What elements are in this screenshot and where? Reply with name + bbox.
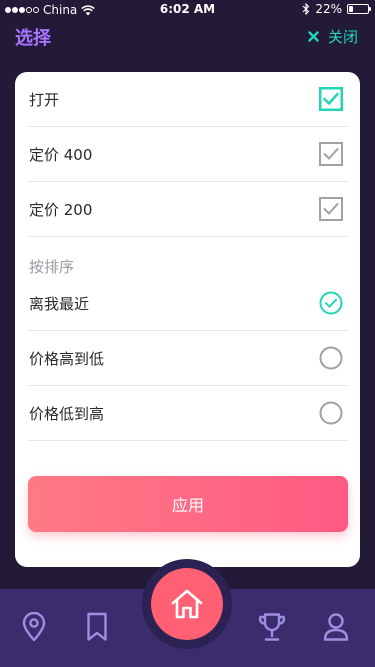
status-right: 22%	[302, 2, 371, 16]
close-button[interactable]: 关闭	[308, 26, 358, 47]
sort-option-label: 价格高到低	[29, 349, 105, 368]
sort-option-nearest[interactable]: 离我最近	[28, 276, 348, 331]
sort-option-label: 离我最近	[29, 294, 90, 313]
close-label: 关闭	[327, 28, 358, 46]
bluetooth-icon	[302, 3, 310, 15]
filter-label: 打开	[29, 90, 60, 109]
filter-card: 打开 定价 400 定价 200 按排序 离我最近 价格高到低 价格低到高 应用	[15, 72, 360, 567]
sort-section-label: 按排序	[29, 258, 75, 276]
close-icon	[308, 31, 319, 42]
user-icon[interactable]	[322, 612, 350, 642]
filter-label: 定价 400	[29, 145, 93, 164]
checkbox-unchecked-icon[interactable]	[319, 142, 343, 166]
battery-percent: 22%	[315, 2, 342, 16]
radio-checked-icon[interactable]	[319, 291, 343, 315]
screen: China 6:02 AM 22% 选择 关闭 打开 定价 400 定价 200…	[0, 0, 375, 667]
checkbox-checked-icon[interactable]	[319, 87, 343, 111]
home-icon	[171, 589, 203, 619]
location-icon[interactable]	[22, 612, 46, 642]
status-bar: China 6:02 AM 22%	[0, 0, 375, 20]
trophy-icon[interactable]	[258, 612, 286, 642]
page-title: 选择	[15, 28, 51, 49]
checkbox-unchecked-icon[interactable]	[319, 197, 343, 221]
sort-option-price-low-high[interactable]: 价格低到高	[28, 386, 348, 441]
bookmark-icon[interactable]	[86, 612, 108, 642]
filter-label: 定价 200	[29, 200, 93, 219]
battery-icon	[347, 4, 371, 14]
sort-option-price-high-low[interactable]: 价格高到低	[28, 331, 348, 386]
home-button[interactable]	[151, 568, 223, 640]
radio-unchecked-icon[interactable]	[319, 346, 343, 370]
apply-button[interactable]: 应用	[28, 476, 348, 532]
radio-unchecked-icon[interactable]	[319, 401, 343, 425]
filter-row-open[interactable]: 打开	[28, 72, 348, 127]
sort-option-label: 价格低到高	[29, 404, 105, 423]
filter-row-price-200[interactable]: 定价 200	[28, 182, 348, 237]
filter-row-price-400[interactable]: 定价 400	[28, 127, 348, 182]
